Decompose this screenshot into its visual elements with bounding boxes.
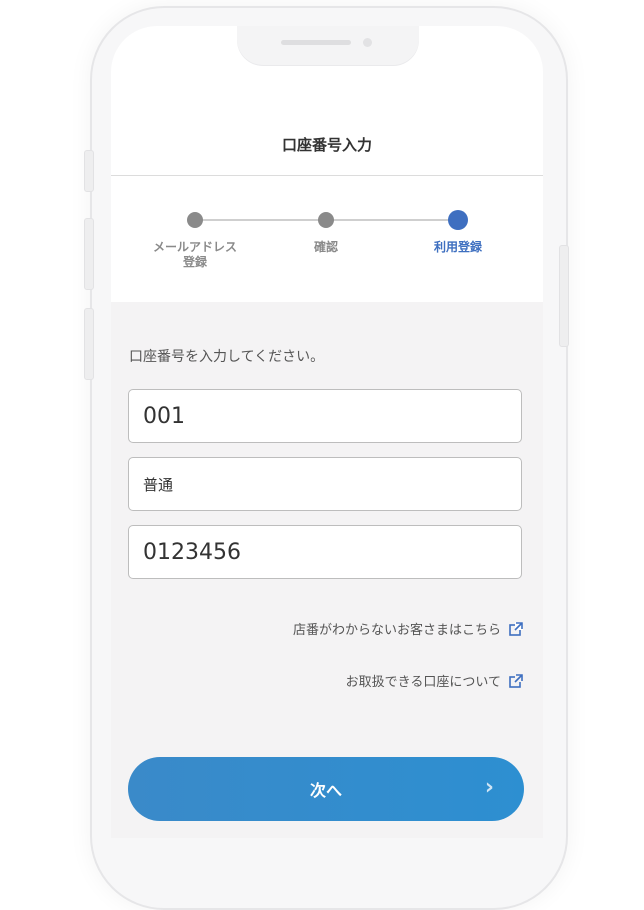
account-number-value: 0123456 <box>143 539 241 565</box>
branch-number-field[interactable]: 001 <box>128 389 522 443</box>
next-button[interactable]: 次へ › <box>128 757 524 821</box>
step-dot-confirm <box>318 212 334 228</box>
phone-side-button-volume-up <box>84 218 94 290</box>
phone-screen: 口座番号入力 メールアドレス 登録 確認 利用登録 口座番号を入力してください。… <box>111 26 543 838</box>
speaker-grille <box>281 40 351 45</box>
external-link-icon <box>509 621 523 636</box>
account-type-select[interactable]: 普通 <box>128 457 522 511</box>
step-label-email: メールアドレス 登録 <box>152 240 237 269</box>
step-dot-email <box>187 212 203 228</box>
phone-side-button-volume-down <box>84 308 94 380</box>
step-label-registration: 利用登録 <box>433 240 482 254</box>
step-connector <box>195 219 325 221</box>
phone-side-button-mute <box>84 150 94 192</box>
account-number-field[interactable]: 0123456 <box>128 525 522 579</box>
branch-help-link[interactable]: 店番がわからないお客さまはこちら <box>293 619 523 638</box>
branch-help-label: 店番がわからないお客さまはこちら <box>292 623 501 638</box>
account-type-value: 普通 <box>143 475 174 494</box>
external-link-icon <box>509 673 523 688</box>
step-connector <box>327 219 455 221</box>
branch-number-value: 001 <box>143 403 185 429</box>
step-dot-registration <box>448 210 468 230</box>
phone-side-button-power <box>559 245 569 347</box>
phone-notch <box>237 26 419 66</box>
chevron-right-icon: › <box>484 775 494 800</box>
next-button-label: 次へ <box>309 781 342 800</box>
form-instruction: 口座番号を入力してください。 <box>129 349 325 365</box>
camera-icon <box>363 38 372 47</box>
step-label-confirm: 確認 <box>313 240 338 254</box>
header-divider <box>111 175 543 176</box>
accounts-info-link[interactable]: お取扱できる口座について <box>346 671 523 690</box>
accounts-info-label: お取扱できる口座について <box>345 675 501 690</box>
page-title: 口座番号入力 <box>281 136 372 154</box>
